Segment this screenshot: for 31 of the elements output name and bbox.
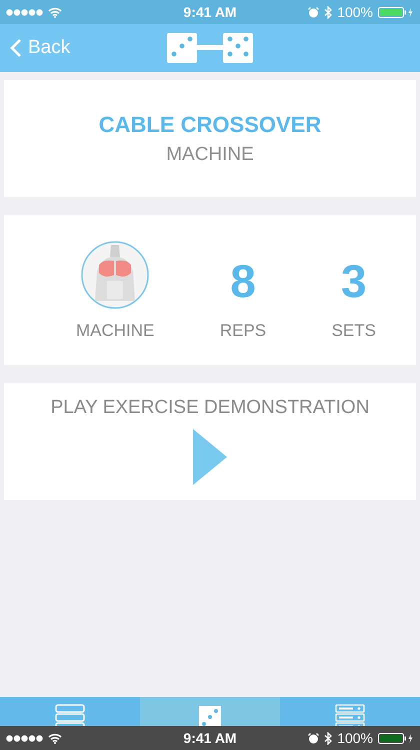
equipment-label: MACHINE [166,144,254,166]
status-time: 9:41 AM [183,4,237,20]
battery-icon [378,6,414,18]
alarm-icon [308,6,320,18]
chest-muscles-drawing [81,241,150,309]
battery-percent: 100% [337,4,374,20]
dumbbell-dice-logo-icon [167,33,253,63]
chevron-left-icon [10,38,22,58]
stat-label: SETS [332,321,376,341]
wifi-icon [48,732,62,744]
alarm-icon [308,732,320,744]
battery-icon [378,732,414,744]
stat-value: 3 [340,254,367,309]
wifi-icon [48,6,62,18]
stat-label: MACHINE [76,321,154,341]
stat-label: REPS [220,321,266,341]
server-rack-icon [335,704,365,726]
exercise-name: CABLE CROSSOVER [98,112,322,138]
back-button[interactable]: Back [8,35,72,61]
stat-value: 8 [230,254,256,309]
bluetooth-icon [324,732,332,744]
play-button[interactable] [193,429,227,485]
bluetooth-icon [324,6,332,18]
dice-icon [199,704,221,726]
status-time: 9:41 AM [183,730,237,746]
signal-icon [6,734,44,742]
battery-percent: 100% [337,730,374,746]
demo-label: PLAY EXERCISE DEMONSTRATION [50,397,370,419]
dice-tab[interactable] [140,697,280,726]
list-icon [55,704,85,726]
signal-icon [6,8,44,16]
